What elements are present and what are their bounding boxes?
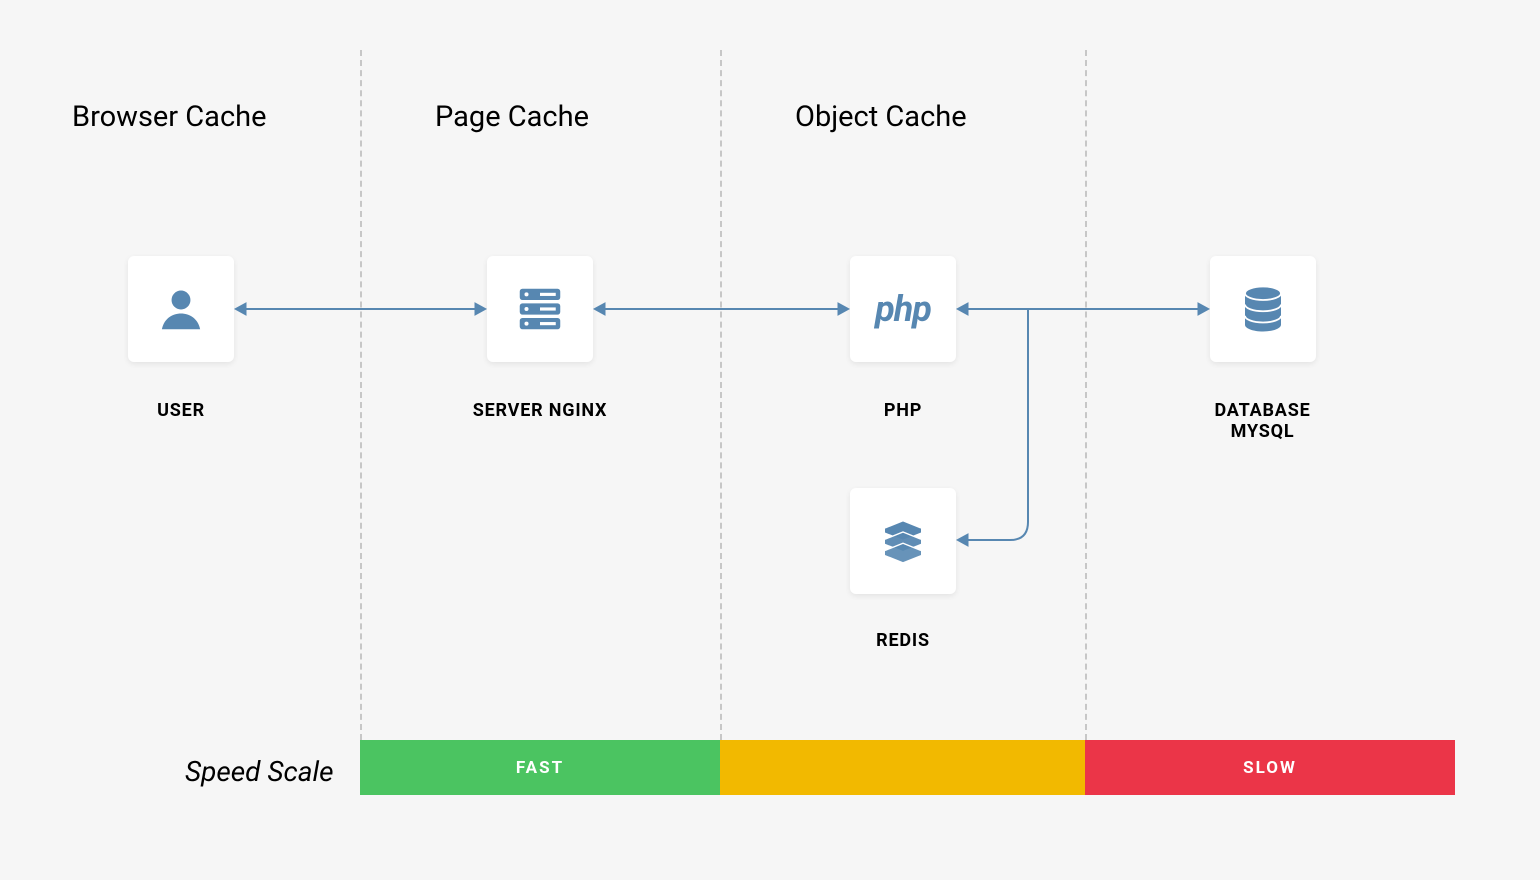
arrow-user-server <box>234 300 487 318</box>
divider-3 <box>1085 50 1087 740</box>
node-database <box>1210 256 1316 362</box>
node-database-label: DATABASE MYSQL <box>1180 400 1345 442</box>
php-icon: php <box>875 288 931 330</box>
node-server <box>487 256 593 362</box>
node-user-label: USER <box>128 400 234 421</box>
section-title-browser: Browser Cache <box>72 100 267 134</box>
node-redis <box>850 488 956 594</box>
node-redis-label: REDIS <box>850 630 956 651</box>
node-php-label: PHP <box>850 400 956 421</box>
user-icon <box>154 282 208 336</box>
redis-icon <box>876 514 930 568</box>
speed-scale-label: Speed Scale <box>185 755 334 788</box>
node-user <box>128 256 234 362</box>
speed-bar-fast: FAST <box>360 740 720 795</box>
divider-2 <box>720 50 722 740</box>
section-title-object: Object Cache <box>795 100 967 134</box>
speed-bar-medium <box>720 740 1085 795</box>
node-server-label: SERVER NGINX <box>470 400 610 421</box>
database-icon <box>1236 282 1290 336</box>
server-icon <box>513 282 567 336</box>
speed-bar-fast-label: FAST <box>516 758 564 778</box>
divider-1 <box>360 50 362 740</box>
node-php: php <box>850 256 956 362</box>
speed-bar-slow-label: SLOW <box>1243 758 1297 778</box>
speed-bar-slow: SLOW <box>1085 740 1455 795</box>
section-title-page: Page Cache <box>435 100 589 134</box>
arrow-php-redis <box>956 300 1046 560</box>
arrow-server-php <box>593 300 850 318</box>
